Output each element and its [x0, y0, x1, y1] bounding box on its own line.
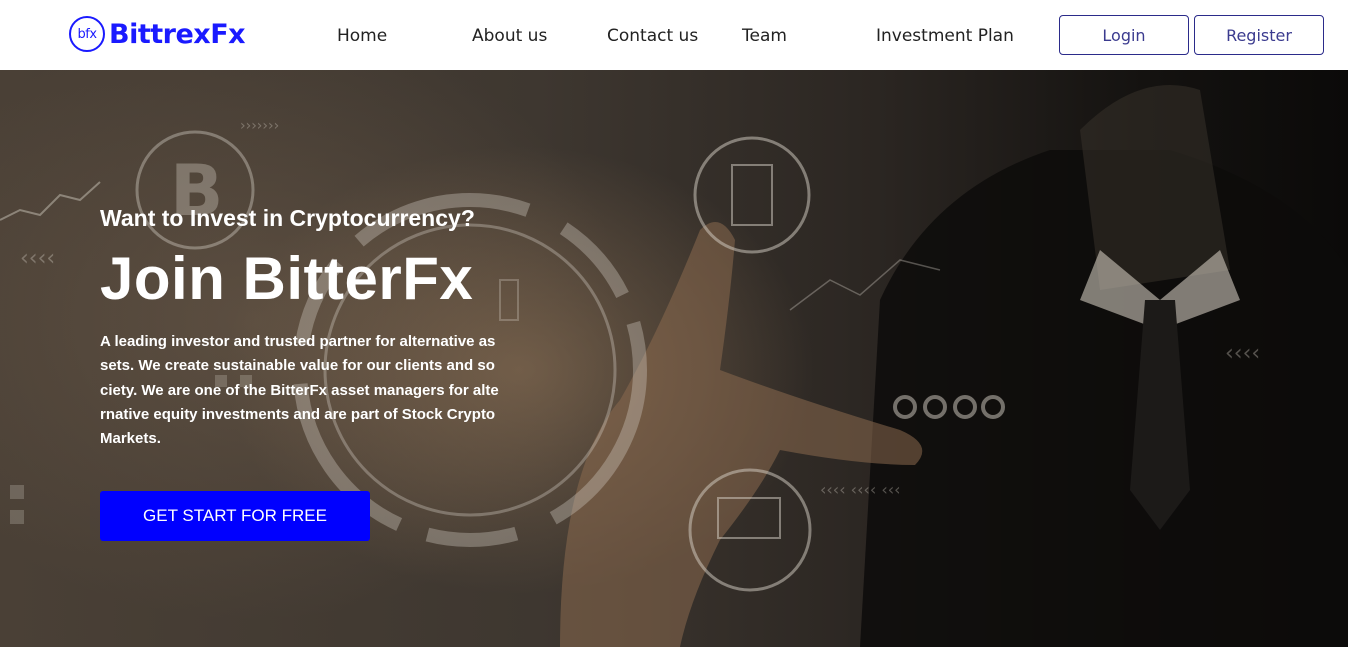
logo-mark-icon: bfx	[69, 16, 105, 52]
hero-description: A leading investor and trusted partner f…	[100, 333, 499, 448]
brand-name: BittrexFx	[109, 18, 246, 50]
hero-tagline: Want to Invest in Cryptocurrency?	[100, 205, 475, 231]
login-button[interactable]: Login	[1059, 15, 1189, 55]
get-started-button[interactable]: GET START FOR FREE	[100, 491, 370, 541]
hero-headline: Join BitterFx	[100, 245, 474, 312]
svg-text:‹‹‹‹ ‹‹‹‹ ‹‹‹: ‹‹‹‹ ‹‹‹‹ ‹‹‹	[820, 480, 901, 499]
nav-home[interactable]: Home	[337, 25, 387, 47]
brand-logo[interactable]: bfx BittrexFx	[69, 14, 246, 54]
nav-investment-plan[interactable]: Investment Plan	[876, 25, 1014, 47]
hero-section: B ‹‹‹‹ ‹‹‹‹ ‹‹‹‹ ‹‹‹‹ ‹‹‹ ››››››› Want t…	[0, 70, 1348, 647]
nav-contact[interactable]: Contact us	[607, 25, 698, 47]
site-header: bfx BittrexFx Home About us Contact us T…	[0, 0, 1348, 70]
register-button[interactable]: Register	[1194, 15, 1324, 55]
svg-text:‹‹‹‹: ‹‹‹‹	[1225, 341, 1260, 366]
nav-team[interactable]: Team	[742, 25, 787, 47]
svg-text:›››››››: ›››››››	[240, 118, 279, 134]
svg-text:‹‹‹‹: ‹‹‹‹	[20, 246, 55, 271]
nav-about[interactable]: About us	[472, 25, 547, 47]
